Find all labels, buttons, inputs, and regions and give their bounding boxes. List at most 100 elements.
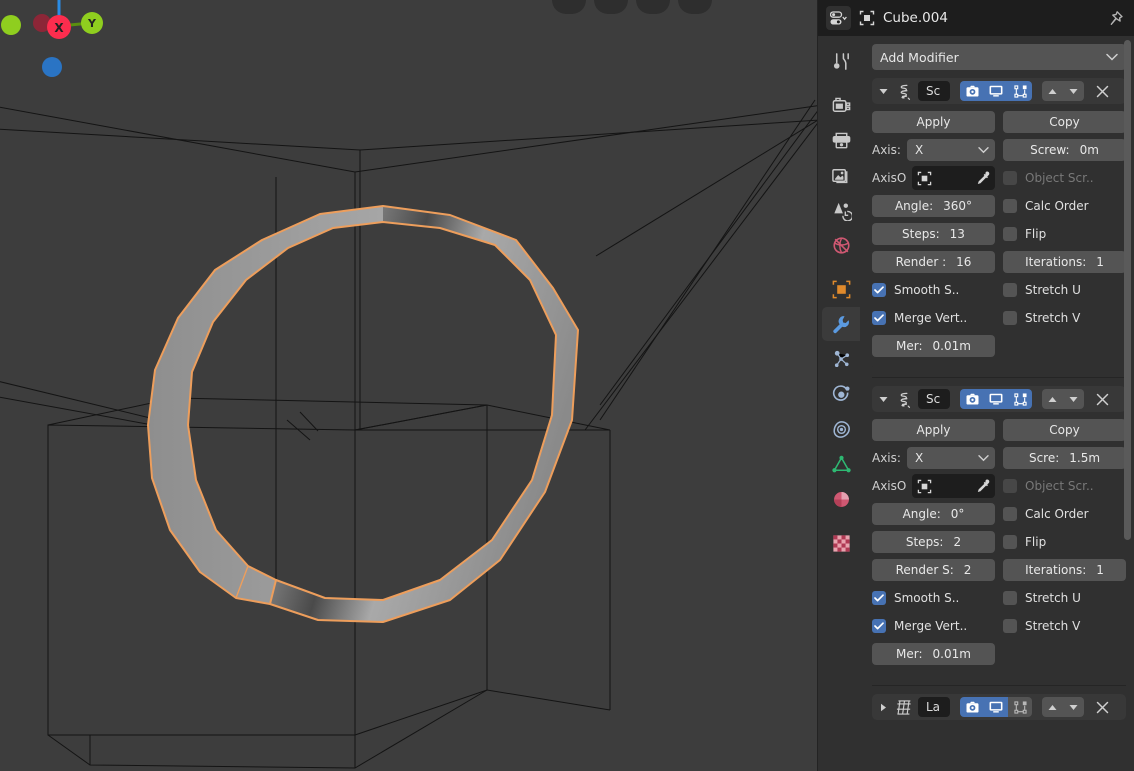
sidebar-item-particles[interactable]	[822, 342, 860, 376]
render-steps-field[interactable]: Render S: 2	[872, 559, 995, 581]
add-modifier-dropdown[interactable]: Add Modifier	[872, 44, 1126, 70]
stretch-u-checkbox[interactable]	[1003, 591, 1017, 605]
expand-toggle[interactable]	[876, 88, 890, 95]
smooth-shading-row[interactable]: Smooth S..	[872, 279, 995, 301]
properties-scrollbar[interactable]	[1123, 40, 1132, 766]
remove-modifier-button[interactable]	[1091, 697, 1113, 717]
pin-button[interactable]	[1104, 7, 1126, 29]
flip-checkbox[interactable]	[1003, 535, 1017, 549]
modifier-name-field[interactable]: Sc	[918, 81, 950, 101]
copy-button[interactable]: Copy	[1003, 419, 1126, 441]
sidebar-item-scene[interactable]	[822, 193, 860, 227]
stretch-v-checkbox[interactable]	[1003, 619, 1017, 633]
eyedropper-icon[interactable]	[975, 171, 990, 186]
move-down-button[interactable]	[1063, 81, 1084, 101]
sidebar-item-material[interactable]	[822, 482, 860, 516]
sidebar-item-render[interactable]	[822, 88, 860, 122]
expand-toggle[interactable]	[876, 703, 890, 712]
eyedropper-icon[interactable]	[975, 479, 990, 494]
merge-vertices-checkbox[interactable]	[872, 619, 886, 633]
angle-field[interactable]: Angle: 0°	[872, 503, 995, 525]
merge-vertices-row[interactable]: Merge Vert..	[872, 307, 995, 329]
calc-order-checkbox[interactable]	[1003, 199, 1017, 213]
move-down-button[interactable]	[1063, 697, 1084, 717]
flip-row[interactable]: Flip	[1003, 223, 1126, 245]
realtime-toggle[interactable]	[984, 697, 1008, 717]
object-screw-checkbox[interactable]	[1003, 479, 1017, 493]
steps-field[interactable]: Steps: 2	[872, 531, 995, 553]
merge-vertices-row[interactable]: Merge Vert..	[872, 615, 995, 637]
editor-type-selector[interactable]	[826, 6, 851, 30]
smooth-shading-checkbox[interactable]	[872, 591, 886, 605]
stretch-v-row[interactable]: Stretch V	[1003, 615, 1126, 637]
move-up-button[interactable]	[1042, 389, 1063, 409]
iterations-field[interactable]: Iterations: 1	[1003, 251, 1126, 273]
object-screw-row[interactable]: Object Scr..	[1003, 475, 1126, 497]
move-up-button[interactable]	[1042, 81, 1063, 101]
modifier-header[interactable]: Sc	[872, 78, 1126, 104]
edit-mode-toggle[interactable]	[1008, 81, 1032, 101]
modifier-header[interactable]: La	[872, 694, 1126, 720]
calc-order-checkbox[interactable]	[1003, 507, 1017, 521]
navigation-gizmo[interactable]: Y X	[0, 0, 118, 92]
flip-checkbox[interactable]	[1003, 227, 1017, 241]
edit-mode-toggle[interactable]	[1008, 697, 1032, 717]
remove-modifier-button[interactable]	[1091, 389, 1113, 409]
axis-dropdown[interactable]: X	[906, 139, 995, 161]
modifier-header[interactable]: Sc	[872, 386, 1126, 412]
sidebar-item-texture[interactable]	[822, 526, 860, 560]
object-screw-row[interactable]: Object Scr..	[1003, 167, 1126, 189]
stretch-u-checkbox[interactable]	[1003, 283, 1017, 297]
object-screw-checkbox[interactable]	[1003, 171, 1017, 185]
render-toggle[interactable]	[960, 389, 984, 409]
render-toggle[interactable]	[960, 697, 984, 717]
modifier-name-field[interactable]: La	[918, 697, 950, 717]
render-steps-field[interactable]: Render : 16	[872, 251, 995, 273]
move-down-button[interactable]	[1063, 389, 1084, 409]
smooth-shading-row[interactable]: Smooth S..	[872, 587, 995, 609]
stretch-v-checkbox[interactable]	[1003, 311, 1017, 325]
axis-object-picker[interactable]	[912, 166, 995, 190]
sidebar-item-view-layer[interactable]	[822, 158, 860, 192]
calc-order-row[interactable]: Calc Order	[1003, 195, 1126, 217]
editmode-icon	[1013, 700, 1027, 714]
stretch-u-row[interactable]: Stretch U	[1003, 587, 1126, 609]
flip-row[interactable]: Flip	[1003, 531, 1126, 553]
remove-modifier-button[interactable]	[1091, 81, 1113, 101]
iterations-field[interactable]: Iterations: 1	[1003, 559, 1126, 581]
sidebar-item-modifiers[interactable]	[822, 307, 860, 341]
render-toggle[interactable]	[960, 81, 984, 101]
sidebar-item-object-data[interactable]	[822, 447, 860, 481]
sidebar-item-world[interactable]	[822, 228, 860, 262]
steps-field[interactable]: Steps: 13	[872, 223, 995, 245]
screw-offset-field[interactable]: Scre: 1.5m	[1003, 447, 1126, 469]
realtime-toggle[interactable]	[984, 389, 1008, 409]
axis-object-picker[interactable]	[912, 474, 995, 498]
screw-offset-field[interactable]: Screw: 0m	[1003, 139, 1126, 161]
smooth-shading-checkbox[interactable]	[872, 283, 886, 297]
sidebar-item-output[interactable]	[822, 123, 860, 157]
expand-toggle[interactable]	[876, 396, 890, 403]
copy-button[interactable]: Copy	[1003, 111, 1126, 133]
stretch-u-row[interactable]: Stretch U	[1003, 279, 1126, 301]
sidebar-item-constraints[interactable]	[822, 412, 860, 446]
calc-order-row[interactable]: Calc Order	[1003, 503, 1126, 525]
realtime-toggle[interactable]	[984, 81, 1008, 101]
apply-button[interactable]: Apply	[872, 111, 995, 133]
sidebar-item-object[interactable]	[822, 272, 860, 306]
stretch-v-row[interactable]: Stretch V	[1003, 307, 1126, 329]
apply-button[interactable]: Apply	[872, 419, 995, 441]
axis-dropdown[interactable]: X	[906, 447, 995, 469]
scrollbar-thumb[interactable]	[1124, 40, 1131, 540]
move-up-button[interactable]	[1042, 697, 1063, 717]
3d-viewport[interactable]: Y X	[0, 0, 818, 771]
angle-field[interactable]: Angle: 360°	[872, 195, 995, 217]
merge-distance-field[interactable]: Mer: 0.01m	[872, 643, 995, 665]
merge-distance-field[interactable]: Mer: 0.01m	[872, 335, 995, 357]
edit-mode-toggle[interactable]	[1008, 389, 1032, 409]
object-data-icon	[859, 10, 875, 26]
sidebar-item-physics[interactable]	[822, 377, 860, 411]
merge-vertices-checkbox[interactable]	[872, 311, 886, 325]
sidebar-item-tool[interactable]	[822, 44, 860, 78]
modifier-name-field[interactable]: Sc	[918, 389, 950, 409]
